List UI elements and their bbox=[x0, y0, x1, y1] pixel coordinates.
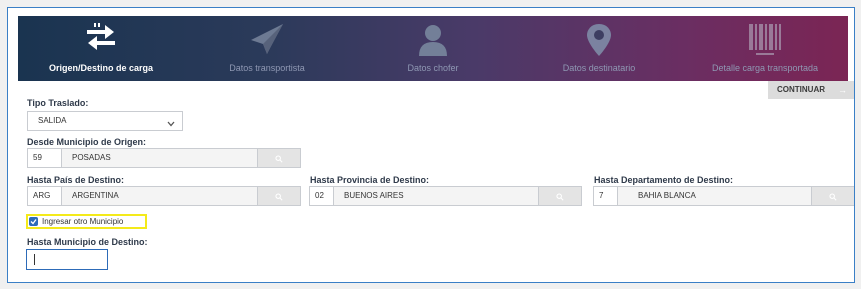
step-datos-chofer[interactable]: Datos chofer bbox=[350, 16, 516, 81]
step-label: Origen/Destino de carga bbox=[48, 63, 154, 73]
pais-label: Hasta País de Destino: bbox=[27, 175, 125, 185]
pais-name: ARGENTINA bbox=[72, 191, 119, 200]
departamento-field: 7 BAHIA BLANCA bbox=[593, 186, 854, 206]
departamento-search-button[interactable] bbox=[811, 187, 854, 205]
origen-code-input[interactable]: 59 bbox=[28, 149, 62, 167]
origen-label: Desde Municipio de Origen: bbox=[27, 137, 147, 147]
otro-municipio-checkbox[interactable]: Ingresar otro Municipio bbox=[26, 214, 147, 229]
provincia-label: Hasta Provincia de Destino: bbox=[310, 175, 430, 185]
departamento-label: Hasta Departamento de Destino: bbox=[594, 175, 734, 185]
otro-municipio-label: Ingresar otro Municipio bbox=[42, 217, 124, 226]
tipo-traslado-label: Tipo Traslado: bbox=[27, 98, 89, 108]
provincia-name: BUENOS AIRES bbox=[344, 191, 404, 200]
municipio-destino-label: Hasta Municipio de Destino: bbox=[27, 237, 148, 247]
tipo-traslado-value: SALIDA bbox=[38, 116, 67, 125]
step-detalle-carga[interactable]: Detalle carga transportada bbox=[682, 16, 848, 81]
step-label: Detalle carga transportada bbox=[711, 63, 819, 73]
provincia-field: 02 BUENOS AIRES bbox=[309, 186, 582, 206]
pais-search-button[interactable] bbox=[257, 187, 300, 205]
paper-plane-icon bbox=[247, 22, 287, 61]
step-origen-destino[interactable]: Origen/Destino de carga bbox=[18, 16, 184, 81]
origen-field: 59 POSADAS bbox=[27, 148, 301, 168]
swap-arrows-icon bbox=[83, 22, 119, 57]
provincia-code-input[interactable]: 02 bbox=[310, 187, 334, 205]
search-icon bbox=[556, 193, 564, 201]
departamento-name: BAHIA BLANCA bbox=[638, 191, 696, 200]
step-datos-transportista[interactable]: Datos transportista bbox=[184, 16, 350, 81]
tipo-traslado-select[interactable]: SALIDA bbox=[27, 111, 183, 131]
municipio-destino-input[interactable] bbox=[26, 249, 108, 270]
barcode-icon bbox=[747, 22, 783, 63]
wizard-steps: Origen/Destino de carga Datos transporti… bbox=[18, 16, 848, 81]
provincia-search-button[interactable] bbox=[538, 187, 581, 205]
checkmark-icon bbox=[29, 217, 38, 226]
text-caret bbox=[34, 254, 35, 265]
pais-code-input[interactable]: ARG bbox=[28, 187, 62, 205]
continue-button[interactable]: CONTINUAR → bbox=[768, 81, 854, 99]
pais-field: ARG ARGENTINA bbox=[27, 186, 301, 206]
origen-name: POSADAS bbox=[72, 153, 111, 162]
step-label: Datos transportista bbox=[229, 63, 305, 73]
continue-label: CONTINUAR bbox=[777, 85, 825, 94]
search-icon bbox=[275, 155, 283, 163]
form-frame: Origen/Destino de carga Datos transporti… bbox=[7, 7, 855, 283]
person-icon bbox=[415, 22, 451, 63]
search-icon bbox=[829, 193, 837, 201]
search-icon bbox=[275, 193, 283, 201]
chevron-down-icon bbox=[166, 116, 176, 134]
arrow-right-icon: → bbox=[838, 85, 847, 95]
departamento-code-input[interactable]: 7 bbox=[594, 187, 618, 205]
step-label: Datos destinatario bbox=[562, 63, 636, 73]
step-datos-destinatario[interactable]: Datos destinatario bbox=[516, 16, 682, 81]
origen-search-button[interactable] bbox=[257, 149, 300, 167]
municipio-destino-text[interactable] bbox=[31, 250, 105, 270]
location-pin-icon bbox=[584, 22, 614, 63]
step-label: Datos chofer bbox=[407, 63, 459, 73]
